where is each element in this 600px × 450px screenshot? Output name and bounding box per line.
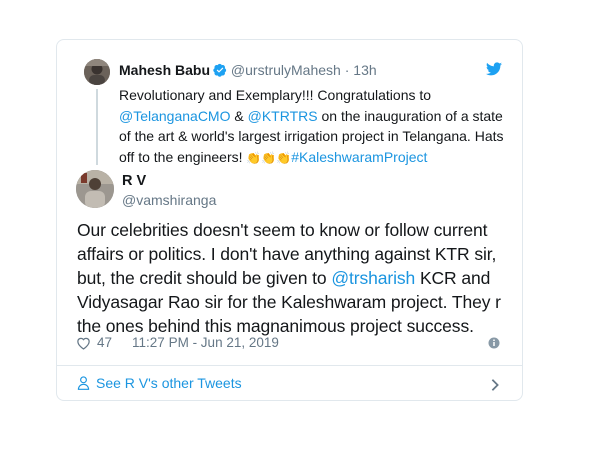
mention-link[interactable]: @TelanganaCMO — [119, 108, 231, 124]
quoted-author-handle[interactable]: @urstrulyMahesh — [231, 62, 341, 78]
like-count[interactable]: 47 — [97, 335, 112, 350]
info-icon[interactable] — [488, 337, 500, 349]
author-handle[interactable]: @vamshiranga — [122, 192, 216, 208]
quoted-author-name[interactable]: Mahesh Babu — [119, 62, 210, 78]
quoted-timestamp[interactable]: 13h — [353, 62, 376, 78]
clap-emoji: 👏👏👏 — [246, 150, 292, 165]
tweet-embed-card: Mahesh Babu @urstrulyMahesh · 13h Revolu… — [56, 39, 523, 401]
chevron-right-icon[interactable] — [490, 378, 500, 392]
hashtag-link[interactable]: #KaleshwaramProject — [291, 149, 427, 165]
quoted-avatar[interactable] — [84, 59, 110, 85]
see-other-tweets-label[interactable]: See R V's other Tweets — [96, 375, 242, 391]
quoted-text-part: & — [230, 107, 248, 124]
avatar-image-icon — [76, 170, 114, 208]
thread-connector-line — [96, 89, 98, 165]
mention-link[interactable]: @KTRTRS — [248, 108, 318, 124]
tweet-text: Our celebrities doesn't seem to know or … — [77, 218, 513, 338]
author-avatar[interactable] — [76, 170, 114, 208]
mention-link[interactable]: @trsharish — [331, 268, 415, 288]
verified-badge-icon — [213, 63, 227, 77]
person-icon — [77, 376, 90, 390]
heart-icon[interactable] — [76, 336, 91, 350]
twitter-bird-icon[interactable] — [486, 62, 502, 76]
avatar-image-icon — [84, 59, 110, 85]
quoted-text-part: Revolutionary and Exemplary!!! Congratul… — [119, 87, 432, 103]
tweet-meta: 47 11:27 PM - Jun 21, 2019 — [76, 335, 279, 350]
quoted-tweet-text: Revolutionary and Exemplary!!! Congratul… — [119, 85, 509, 167]
card-divider — [57, 365, 522, 366]
separator-dot: · — [344, 62, 350, 78]
author-name[interactable]: R V — [122, 173, 146, 189]
see-other-tweets-link[interactable]: See R V's other Tweets — [77, 375, 242, 391]
tweet-timestamp[interactable]: 11:27 PM - Jun 21, 2019 — [132, 335, 279, 350]
quoted-tweet-header: Mahesh Babu @urstrulyMahesh · 13h — [119, 61, 377, 79]
